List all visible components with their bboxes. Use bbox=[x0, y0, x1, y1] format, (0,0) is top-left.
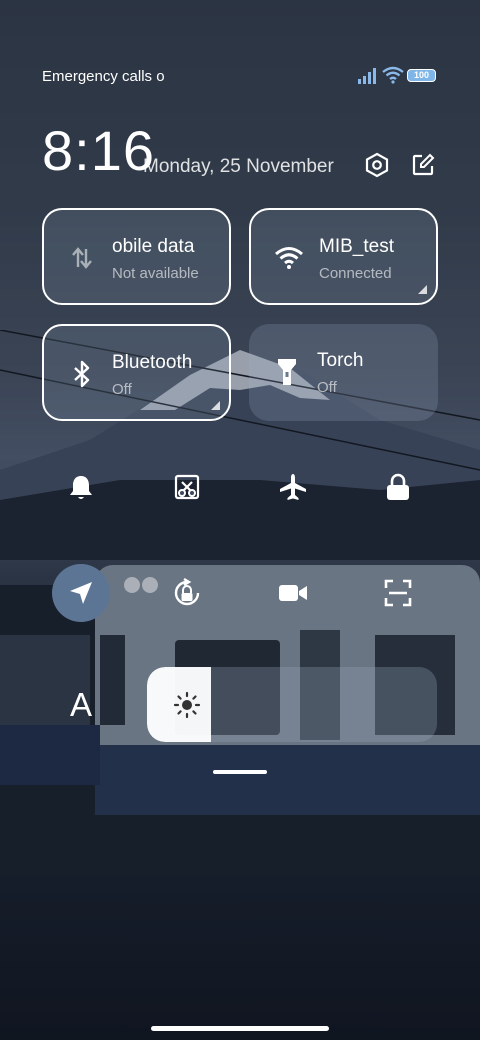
battery-icon: 100 bbox=[407, 69, 436, 82]
carrier-text: Emergency calls o bbox=[42, 68, 165, 85]
expand-corner-icon[interactable] bbox=[418, 285, 427, 294]
tile-subtitle: Connected bbox=[319, 265, 392, 282]
expand-corner-icon[interactable] bbox=[211, 401, 220, 410]
tile-subtitle: Off bbox=[112, 381, 132, 398]
bluetooth-icon bbox=[68, 360, 96, 388]
scan-icon[interactable] bbox=[369, 564, 427, 622]
lock-icon[interactable] bbox=[369, 458, 427, 516]
location-icon[interactable] bbox=[52, 564, 110, 622]
tile-title: Torch bbox=[317, 350, 364, 371]
tile-subtitle: Off bbox=[317, 379, 337, 396]
mobile-data-icon bbox=[68, 244, 96, 272]
rotation-lock-icon[interactable] bbox=[158, 564, 216, 622]
tile-subtitle: Not available bbox=[112, 265, 199, 282]
signal-icon bbox=[358, 68, 376, 84]
tile-wifi[interactable]: MIB_test Connected bbox=[249, 208, 438, 305]
brightness-slider[interactable] bbox=[147, 667, 437, 742]
drag-handle[interactable] bbox=[213, 770, 267, 774]
tile-mobile-data[interactable]: obile data Not available bbox=[42, 208, 231, 305]
status-bar: Emergency calls o 100 bbox=[0, 62, 480, 92]
sun-icon bbox=[173, 691, 201, 719]
tile-title: obile data bbox=[112, 236, 195, 257]
tile-title: Bluetooth bbox=[112, 352, 193, 373]
airplane-icon[interactable] bbox=[264, 458, 322, 516]
screenshot-icon[interactable] bbox=[158, 458, 216, 516]
gear-icon[interactable] bbox=[360, 148, 394, 182]
torch-icon bbox=[273, 358, 301, 386]
auto-brightness-button[interactable]: A bbox=[60, 684, 102, 726]
bell-icon[interactable] bbox=[52, 458, 110, 516]
tile-title: MIB_test bbox=[319, 236, 394, 257]
wifi-icon bbox=[275, 244, 303, 272]
wifi-icon bbox=[382, 66, 404, 84]
tile-bluetooth[interactable]: Bluetooth Off bbox=[42, 324, 231, 421]
clock: 8:16 bbox=[42, 119, 155, 182]
edit-icon[interactable] bbox=[406, 148, 440, 182]
tile-torch[interactable]: Torch Off bbox=[249, 324, 438, 421]
date: Monday, 25 November bbox=[143, 156, 334, 177]
video-icon[interactable] bbox=[264, 564, 322, 622]
gesture-nav-bar[interactable] bbox=[151, 1026, 329, 1031]
